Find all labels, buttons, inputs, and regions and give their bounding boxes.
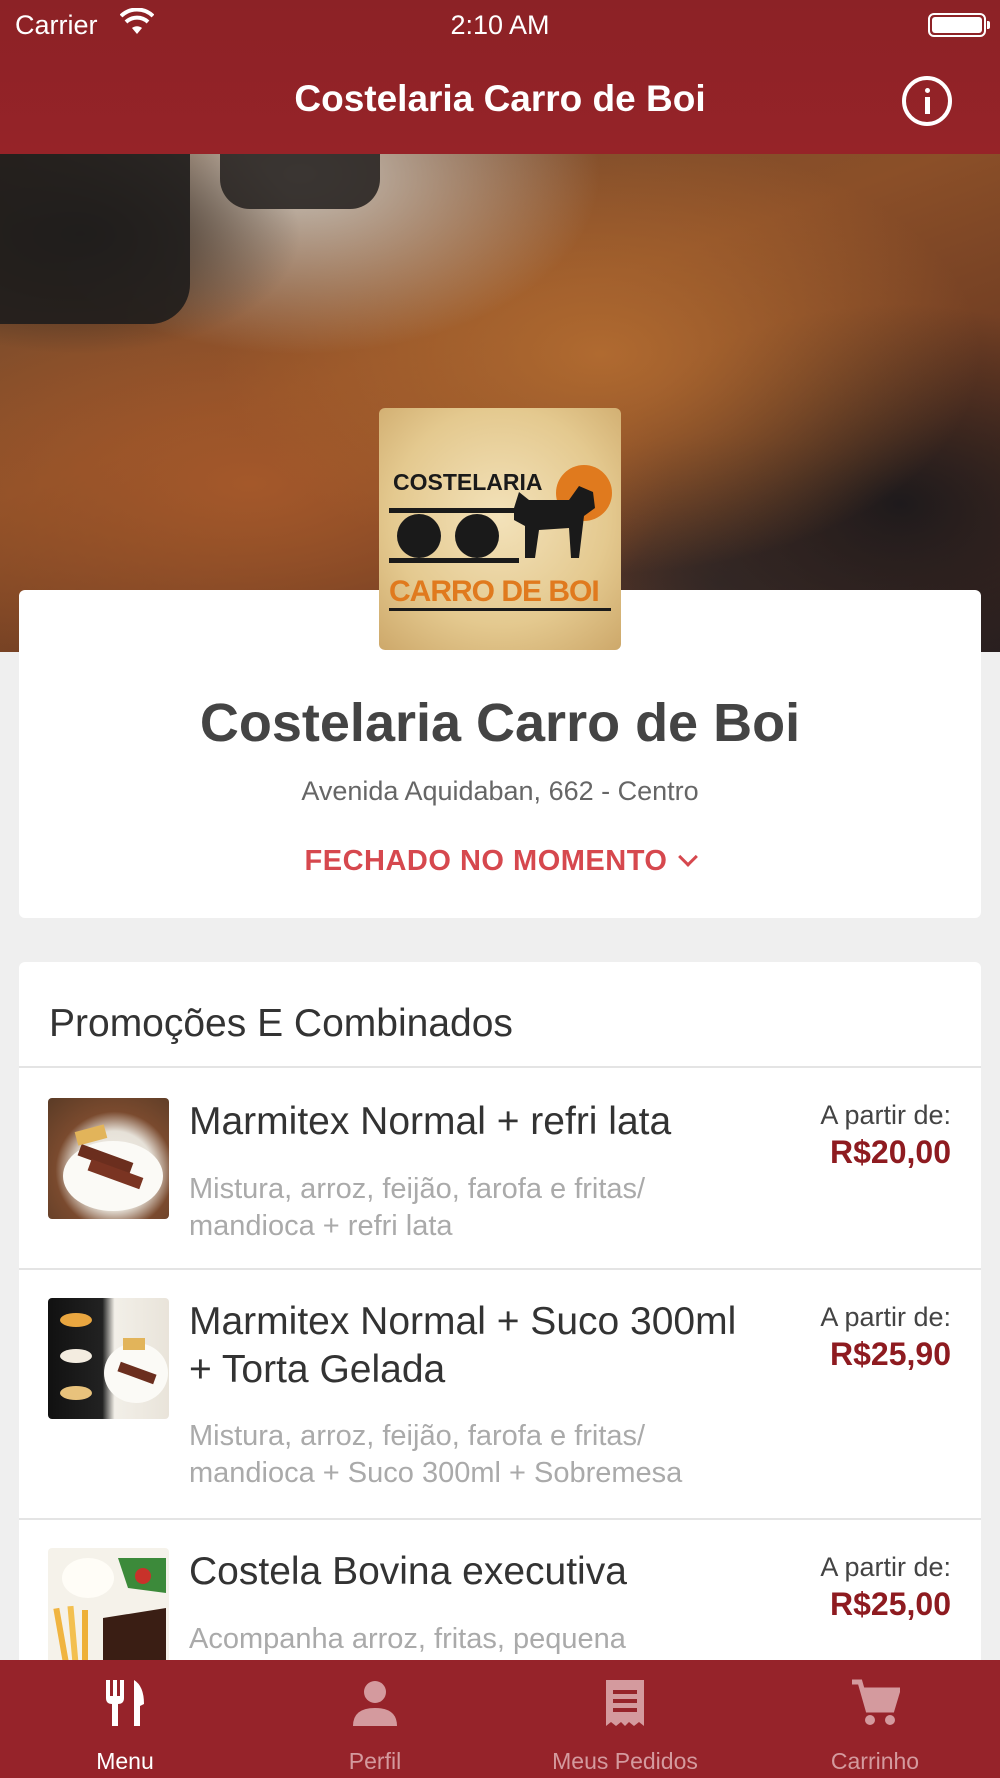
tab-label: Perfil [348, 1748, 402, 1774]
person-icon [353, 1681, 397, 1726]
opening-status-label: FECHADO NO MOMENTO [304, 845, 668, 877]
cart-icon [852, 1679, 900, 1725]
tab-bar: Menu Perfil Meus Pedidos Carrinho [0, 1660, 1000, 1778]
restaurant-name: Costelaria Carro de Boi [199, 693, 801, 753]
menu-item-thumbnail [48, 1298, 169, 1419]
logo-text-top: COSTELARIA [393, 469, 543, 495]
menu-item-price: R$25,90 [830, 1336, 951, 1372]
price-from-label: A partir de: [820, 1552, 951, 1582]
restaurant-logo: COSTELARIA CARRO DE BOI [379, 408, 621, 650]
hero-bottle [0, 154, 190, 324]
tab-label: Menu [96, 1748, 154, 1774]
tab-label: Carrinho [830, 1748, 920, 1774]
status-bar: Carrier 2:10 AM [0, 0, 1000, 50]
tab-menu[interactable]: Menu [0, 1660, 250, 1778]
price-from-label: A partir de: [820, 1302, 951, 1332]
tab-carrinho[interactable]: Carrinho [750, 1660, 1000, 1778]
receipt-icon [606, 1680, 644, 1726]
clock: 2:10 AM [450, 10, 550, 40]
nav-title: Costelaria Carro de Boi [294, 78, 706, 119]
top-bar: Carrier 2:10 AM Costelaria Carro de Boi [0, 0, 1000, 154]
restaurant-address: Avenida Aquidaban, 662 - Centro [301, 776, 699, 806]
menu-item-thumbnail [48, 1548, 169, 1669]
menu-item-name: Marmitex Normal + Suco 300ml + Torta Gel… [189, 1300, 737, 1391]
opening-status-toggle[interactable]: FECHADO NO MOMENTO [19, 845, 981, 878]
tab-perfil[interactable]: Perfil [250, 1660, 500, 1778]
battery-icon [928, 13, 990, 37]
tab-meus-pedidos[interactable]: Meus Pedidos [500, 1660, 750, 1778]
info-circle-icon[interactable] [902, 76, 952, 126]
menu-item-description: Mistura, arroz, feijão, farofa e fritas/… [189, 1173, 646, 1242]
price-from-label: A partir de: [820, 1100, 951, 1130]
menu-item-name: Costela Bovina executiva [189, 1550, 627, 1593]
menu-item-name: Marmitex Normal + refri lata [189, 1100, 672, 1143]
chevron-down-icon [678, 847, 699, 867]
menu-item[interactable]: Marmitex Normal + Suco 300ml + Torta Gel… [19, 1268, 981, 1518]
menu-item-price: R$25,00 [830, 1586, 951, 1622]
hero-bottle [220, 154, 380, 209]
section-title: Promoções E Combinados [49, 1002, 513, 1045]
menu-section: Promoções E Combinados Marmitex Normal +… [19, 962, 981, 1702]
menu-item-price: R$20,00 [830, 1134, 951, 1170]
logo-text-bottom: CARRO DE BOI [389, 575, 599, 608]
fork-knife-icon [106, 1680, 144, 1726]
tab-label: Meus Pedidos [552, 1748, 698, 1774]
menu-item-description: Mistura, arroz, feijão, farofa e fritas/… [189, 1420, 683, 1489]
menu-item-thumbnail [48, 1098, 169, 1219]
menu-item[interactable]: Marmitex Normal + refri lata Mistura, ar… [19, 1066, 981, 1268]
menu-item-description: Acompanha arroz, fritas, pequena [189, 1623, 626, 1655]
